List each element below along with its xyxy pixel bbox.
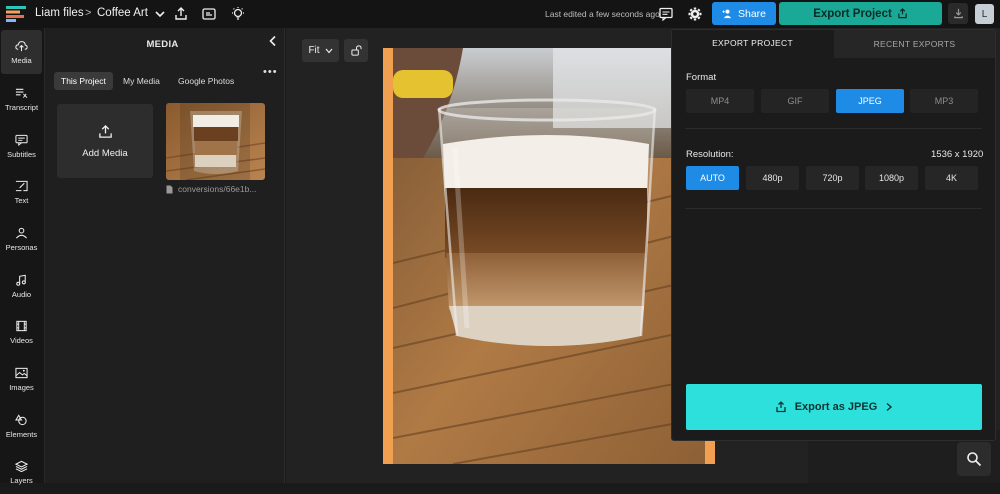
music-note-icon (16, 274, 26, 286)
sidebar-item-images[interactable]: Images (1, 357, 42, 401)
sidebar-item-personas[interactable]: Personas (1, 217, 42, 261)
add-media-label: Add Media (82, 147, 128, 159)
sidebar-item-layers[interactable]: Layers (1, 450, 42, 494)
sidebar-item-label: Personas (5, 242, 38, 252)
subtitles-icon (15, 134, 28, 146)
sidebar-item-transcript[interactable]: Transcript (1, 77, 42, 121)
lightbulb-icon[interactable] (230, 6, 246, 22)
coffee-thumbnail-image (166, 103, 265, 180)
shapes-icon (15, 413, 27, 425)
gear-icon[interactable] (687, 6, 703, 22)
more-options-icon[interactable]: ••• (263, 66, 278, 78)
resolution-auto-button[interactable]: AUTO (686, 166, 739, 190)
search-icon (967, 452, 982, 467)
sidebar-item-label: Transcript (4, 102, 39, 112)
upload-icon (98, 124, 112, 138)
sidebar-item-label: Text (14, 195, 29, 205)
media-panel-title: MEDIA (146, 39, 179, 50)
media-file-label: conversions/66e1b... (166, 184, 276, 194)
tab-export-project[interactable]: EXPORT PROJECT (672, 30, 833, 58)
export-share-icon (776, 401, 786, 413)
share-label: Share (737, 7, 767, 20)
sidebar-item-label: Elements (5, 429, 38, 439)
aspect-lock-button[interactable] (344, 39, 368, 62)
unlock-icon (350, 45, 362, 56)
export-project-label: Export Project (813, 7, 892, 20)
format-mp4-button[interactable]: MP4 (686, 89, 754, 113)
zoom-fit-dropdown[interactable]: Fit (302, 39, 339, 62)
export-share-icon (898, 8, 907, 19)
persona-icon (16, 227, 27, 238)
resolution-4k-button[interactable]: 4K (925, 166, 978, 190)
resolution-1080p-button[interactable]: 1080p (865, 166, 918, 190)
app-logo-icon[interactable] (6, 6, 28, 22)
breadcrumb-parent[interactable]: Liam files (35, 7, 84, 19)
sidebar-item-audio[interactable]: Audio (1, 264, 42, 308)
media-file-name: conversions/66e1b... (178, 184, 257, 194)
tab-this-project[interactable]: This Project (54, 72, 113, 90)
format-jpeg-button[interactable]: JPEG (836, 89, 904, 113)
add-media-button[interactable]: Add Media (57, 104, 153, 178)
sidebar-item-elements[interactable]: Elements (1, 404, 42, 448)
sidebar-item-videos[interactable]: Videos (1, 310, 42, 354)
film-icon (16, 320, 27, 331)
add-user-icon (722, 9, 732, 19)
layers-icon (15, 460, 28, 472)
sidebar-item-label: Layers (10, 475, 33, 485)
left-nav: Media Transcript Subtitles Text Personas… (0, 28, 45, 485)
image-icon (15, 367, 28, 378)
upload-icon[interactable] (173, 6, 189, 22)
transcript-icon (15, 88, 28, 98)
format-label: Format (686, 72, 717, 83)
download-button[interactable] (948, 3, 968, 24)
media-panel: MEDIA This Project My Media Google Photo… (45, 28, 285, 483)
export-as-button[interactable]: Export as JPEG (686, 384, 982, 430)
upload-cloud-icon (15, 40, 28, 51)
export-as-label: Export as JPEG (794, 401, 878, 413)
canvas-image[interactable] (393, 48, 705, 464)
chevron-right-icon (886, 402, 893, 412)
resolution-480p-button[interactable]: 480p (746, 166, 799, 190)
sidebar-item-label: Images (9, 382, 34, 392)
project-name[interactable]: Coffee Art (97, 7, 148, 19)
sidebar-item-label: Videos (10, 335, 33, 345)
divider (685, 208, 982, 209)
subtitle-box-icon[interactable] (201, 6, 217, 22)
share-button[interactable]: Share (712, 2, 776, 25)
chevron-left-icon[interactable] (267, 35, 279, 47)
chevron-down-icon (325, 48, 333, 53)
avatar[interactable]: L (975, 4, 994, 24)
top-bar: Liam files > Coffee Art Last edited a fe… (0, 0, 1000, 28)
resolution-label: Resolution: (686, 149, 734, 160)
sidebar-item-media[interactable]: Media (1, 30, 42, 74)
export-panel: EXPORT PROJECT RECENT EXPORTS Format MP4… (671, 29, 996, 441)
media-thumbnail[interactable] (166, 103, 265, 180)
zoom-fit-label: Fit (308, 45, 320, 56)
chevron-down-icon[interactable] (152, 6, 168, 22)
download-icon (953, 8, 963, 19)
breadcrumb-separator: > (85, 7, 92, 19)
text-icon (15, 180, 28, 191)
export-project-button[interactable]: Export Project (779, 2, 942, 25)
sidebar-item-label: Media (11, 55, 32, 65)
search-button[interactable] (957, 442, 991, 476)
format-gif-button[interactable]: GIF (761, 89, 829, 113)
last-edited-status: Last edited a few seconds ago (545, 9, 660, 19)
comment-icon[interactable] (658, 6, 674, 22)
sidebar-item-label: Audio (11, 289, 32, 299)
tab-google-photos[interactable]: Google Photos (171, 72, 241, 90)
resolution-value: 1536 x 1920 (931, 149, 984, 160)
coffee-glass-image (393, 48, 705, 464)
sidebar-item-label: Subtitles (7, 149, 36, 159)
tab-recent-exports[interactable]: RECENT EXPORTS (834, 30, 995, 58)
divider (685, 128, 982, 129)
format-mp3-button[interactable]: MP3 (910, 89, 978, 113)
sidebar-item-text[interactable]: Text (1, 170, 42, 214)
tab-my-media[interactable]: My Media (116, 72, 167, 90)
file-icon (166, 185, 173, 193)
resolution-720p-button[interactable]: 720p (806, 166, 859, 190)
sidebar-item-subtitles[interactable]: Subtitles (1, 124, 42, 168)
